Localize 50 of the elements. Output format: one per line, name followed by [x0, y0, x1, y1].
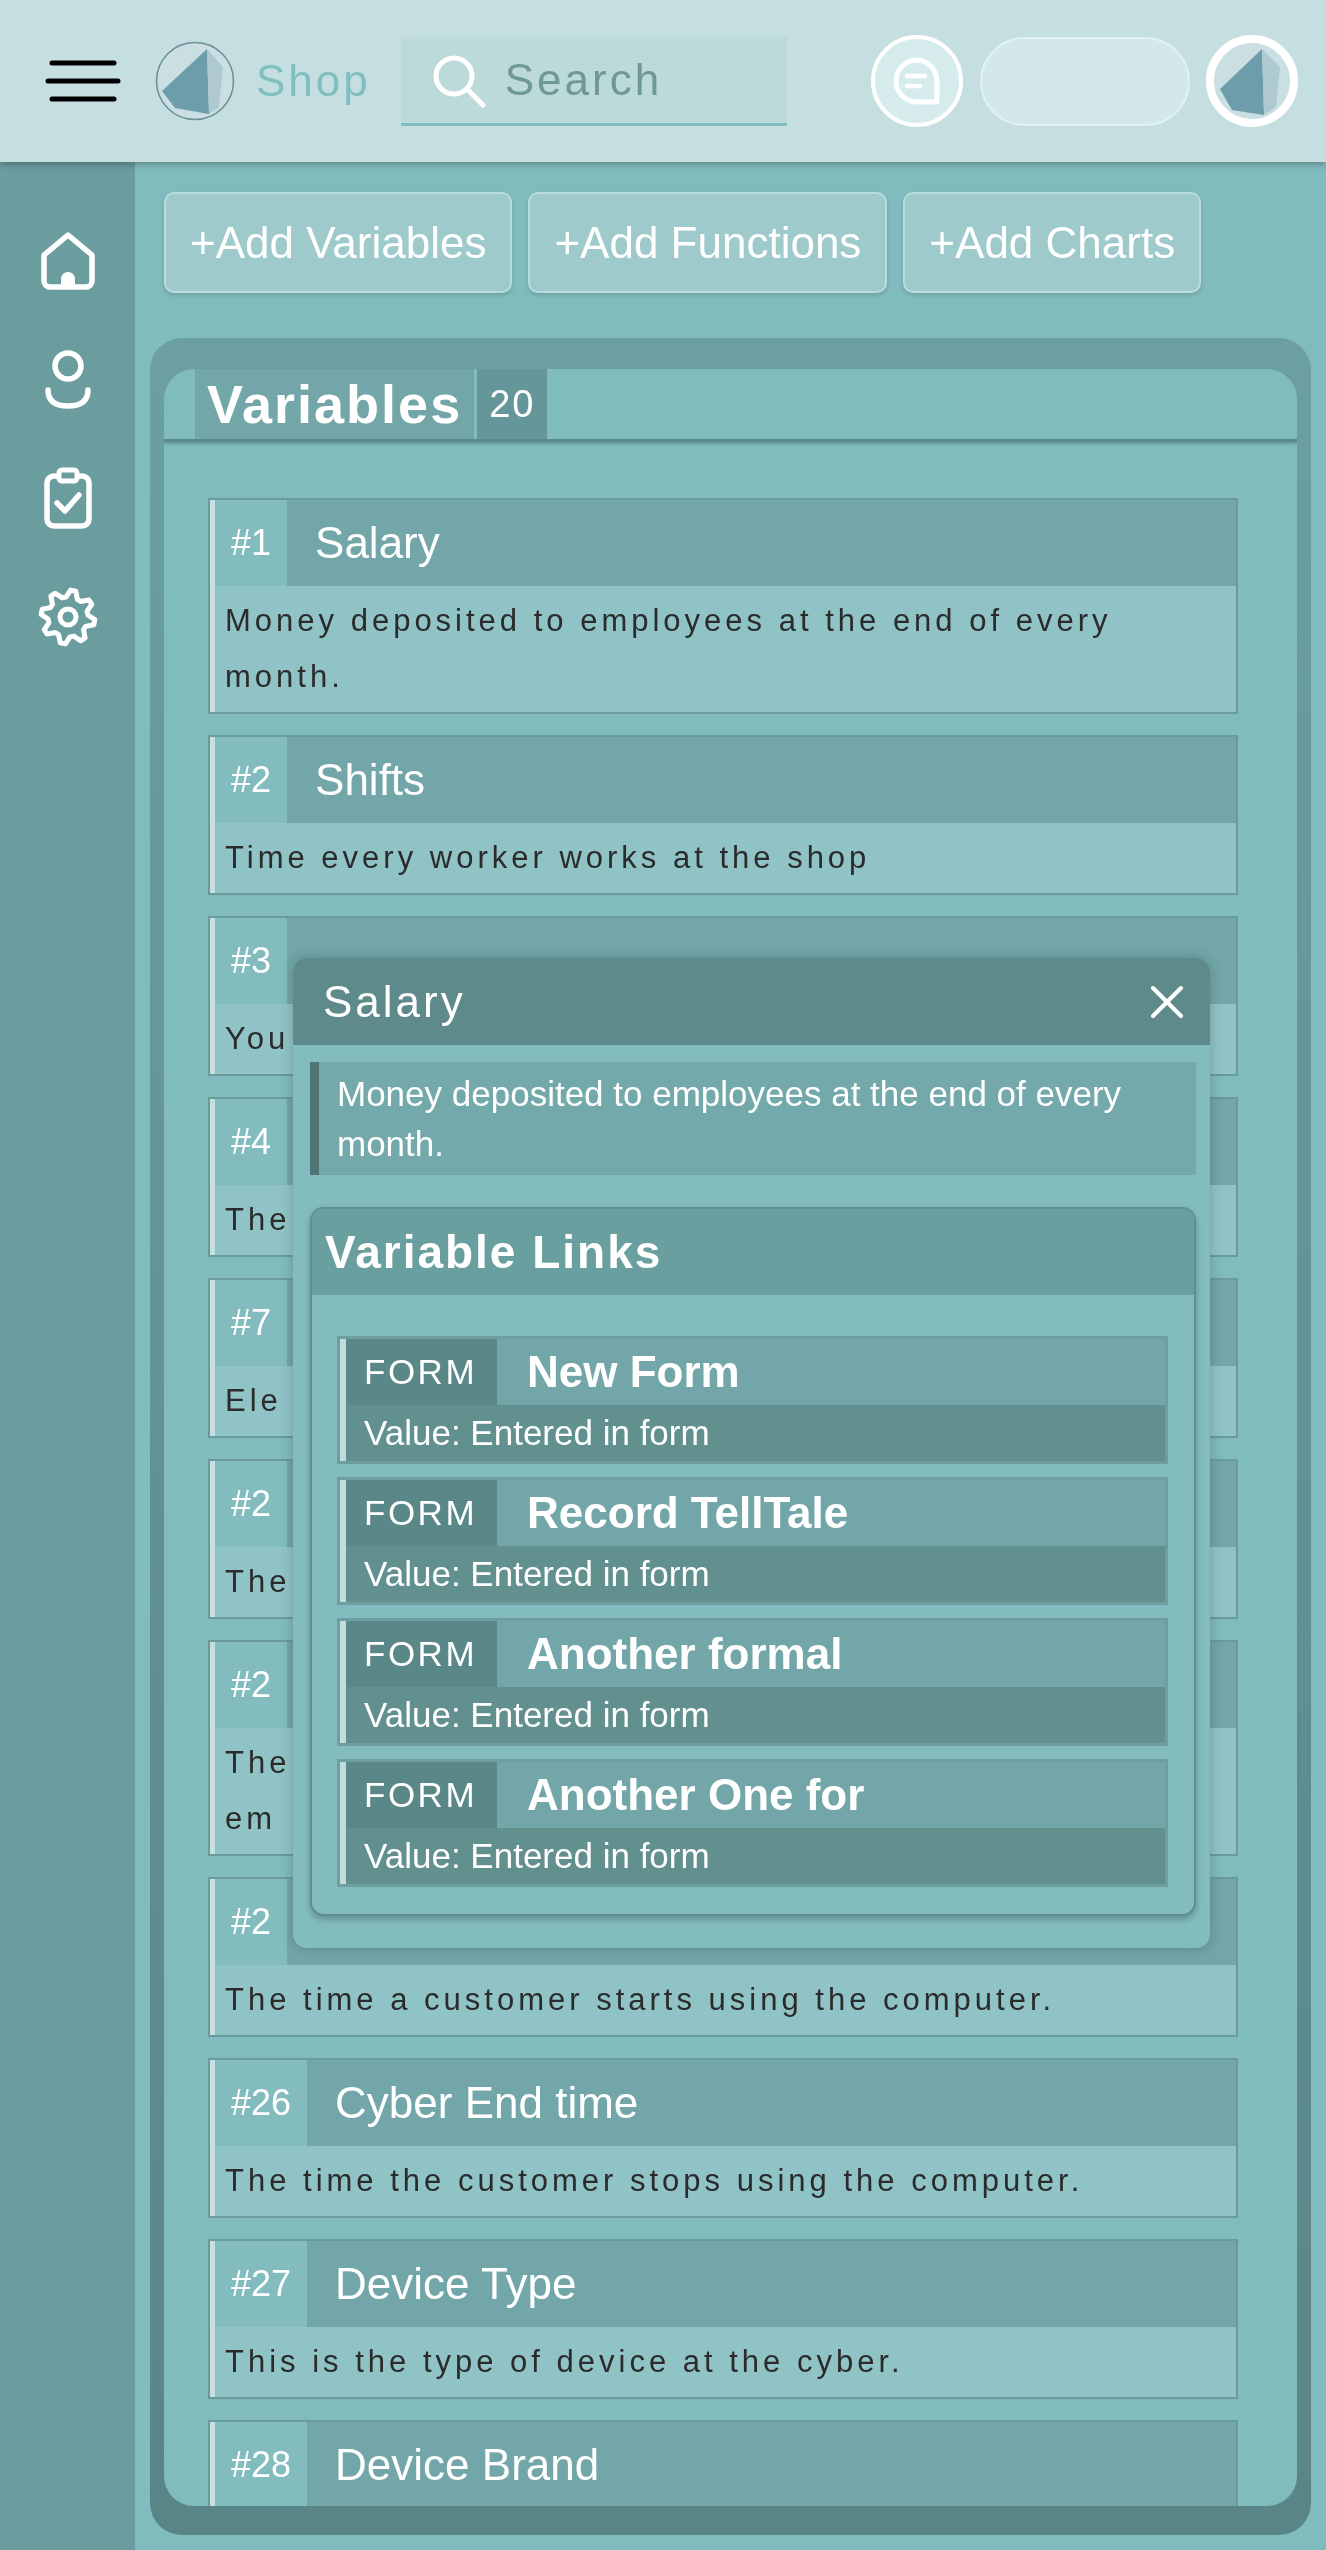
link-card[interactable]: FORM Record TellTale Value: Entered in form — [337, 1477, 1168, 1605]
link-type-label: FORM — [346, 1621, 498, 1687]
brand-name: Shop — [256, 56, 371, 106]
close-icon[interactable] — [1150, 984, 1184, 1019]
variable-card[interactable]: #1 Salary Money deposited to employees at the end of every month. — [208, 498, 1238, 714]
link-title: Record TellTale — [526, 1488, 849, 1538]
search-field[interactable]: Search — [400, 36, 787, 126]
menu-icon[interactable] — [45, 58, 121, 104]
variable-number: #4 — [215, 1099, 288, 1185]
variable-card[interactable]: #27 Device Type This is the type of device at the cyber. — [208, 2239, 1238, 2399]
link-type-label: FORM — [346, 1339, 498, 1405]
link-type-label: FORM — [346, 1480, 498, 1546]
variable-number: #2 — [215, 1461, 288, 1547]
variable-description: The time the customer stops using the computer. — [215, 2146, 1236, 2216]
variable-description: Money deposited to employees at the end of every month. — [215, 586, 1236, 712]
variable-number: #28 — [215, 2422, 308, 2506]
link-card[interactable]: FORM New Form Value: Entered in form — [337, 1336, 1168, 1464]
variable-title: Device Brand — [334, 2439, 600, 2491]
variable-card[interactable]: #2 Shifts Time every worker works at the shop — [208, 735, 1238, 895]
variable-title: Shifts — [314, 754, 426, 806]
variable-card[interactable]: #26 Cyber End time The time the customer stops using the computer. — [208, 2058, 1238, 2218]
link-type-label: FORM — [346, 1762, 498, 1828]
link-title: Another formal — [526, 1629, 843, 1679]
section-title: Variables — [195, 369, 475, 439]
variable-title: Cyber End time — [334, 2077, 639, 2129]
variable-number: #26 — [215, 2060, 308, 2146]
variable-description: Time every worker works at the shop — [215, 823, 1236, 893]
variable-number: #27 — [215, 2241, 308, 2327]
avatar-icon[interactable] — [1206, 35, 1298, 127]
variable-number: #2 — [215, 737, 288, 823]
link-card[interactable]: FORM Another One for Value: Entered in form — [337, 1759, 1168, 1887]
variable-number: #3 — [215, 918, 288, 1004]
dialog-description: Money deposited to employees at the end of every month. — [310, 1062, 1196, 1175]
link-card[interactable]: FORM Another formal Value: Entered in form — [337, 1618, 1168, 1746]
variable-number: #2 — [215, 1642, 288, 1728]
variable-description: The time a customer starts using the computer. — [215, 1965, 1236, 2035]
variable-title: Salary — [314, 517, 440, 569]
count-label: 20 — [477, 369, 548, 439]
variable-number: #1 — [215, 500, 288, 586]
variable-number: #2 — [215, 1879, 288, 1965]
link-title: Another One for — [526, 1770, 865, 1820]
link-value: Value: Entered in form — [346, 1687, 1165, 1743]
variable-card[interactable]: #28 Device Brand — [208, 2420, 1238, 2506]
logo-icon[interactable] — [155, 41, 235, 121]
link-value: Value: Entered in form — [346, 1828, 1165, 1884]
link-value: Value: Entered in form — [346, 1546, 1165, 1602]
link-value: Value: Entered in form — [346, 1405, 1165, 1461]
variable-description: This is the type of device at the cyber. — [215, 2327, 1236, 2397]
variable-number: #7 — [215, 1280, 288, 1366]
variable-title: Device Type — [334, 2258, 577, 2310]
